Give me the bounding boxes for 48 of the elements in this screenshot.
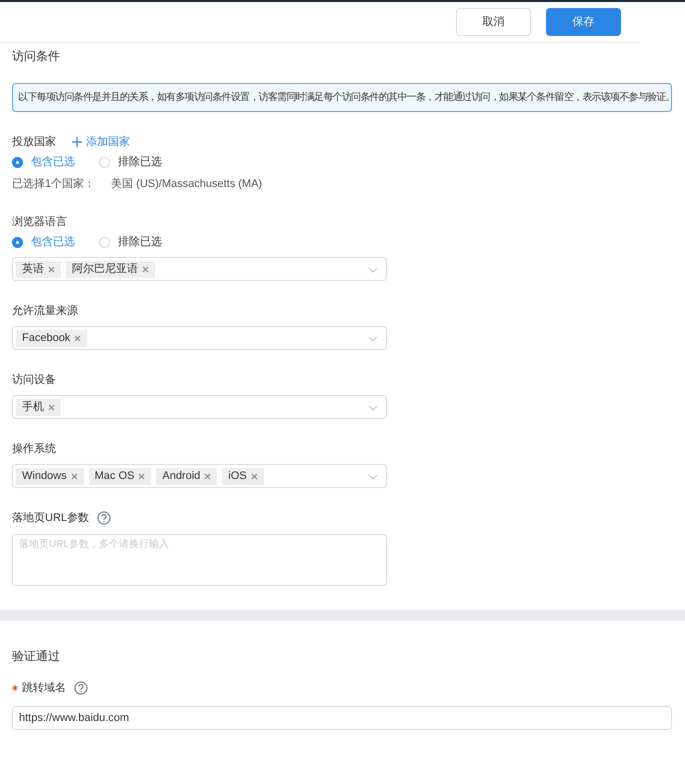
section-title: 验证通过 xyxy=(12,648,61,664)
chevron-down-icon xyxy=(368,405,378,411)
close-icon[interactable] xyxy=(70,472,78,480)
add-country-link[interactable]: 添加国家 xyxy=(72,134,130,150)
field-label: 落地页URL参数 xyxy=(12,511,90,526)
close-icon[interactable] xyxy=(250,472,258,480)
tag: 英语 xyxy=(16,260,61,278)
help-icon[interactable] xyxy=(74,681,88,695)
radio-option[interactable]: 排除已选 xyxy=(99,154,162,170)
close-icon[interactable] xyxy=(48,266,55,272)
tag-select[interactable]: 手机 xyxy=(12,395,387,419)
save-button[interactable]: 保存 xyxy=(546,8,621,36)
cancel-button[interactable]: 取消 xyxy=(456,8,531,36)
field-label: 操作系统 xyxy=(12,442,57,457)
url-params-textarea[interactable]: 落地页URL参数，多个请换行输入 xyxy=(12,534,387,586)
chevron-down-icon xyxy=(368,267,378,273)
plus-icon xyxy=(72,137,82,147)
field-label: 跳转域名 xyxy=(22,681,66,696)
tag: Android xyxy=(156,468,218,484)
help-icon[interactable] xyxy=(97,511,112,525)
field-label: 允许流量来源 xyxy=(12,304,79,319)
field-label: 访问设备 xyxy=(12,372,57,388)
close-icon[interactable] xyxy=(142,266,149,272)
radio-option[interactable]: 包含已选 xyxy=(12,154,75,170)
domain-input[interactable]: https://www.baidu.com xyxy=(12,706,672,730)
section-title: 访问条件 xyxy=(12,48,61,64)
summary-value: 美国 (US)/Massachusetts (MA) xyxy=(111,176,262,192)
tag: Windows xyxy=(16,468,84,484)
tag: Mac OS xyxy=(88,468,152,484)
tag-select[interactable]: Facebook xyxy=(12,326,387,350)
tag-select[interactable]: Windows Mac OS Android iOS xyxy=(12,464,387,488)
field-label: 投放国家 xyxy=(12,134,56,150)
tag: iOS xyxy=(222,468,264,484)
close-icon[interactable] xyxy=(48,404,55,410)
info-notice: 以下每项访问条件是并且的关系，如有多项访问条件设置，访客需同时满足每个访问条件的其中一条，才能通过访问，如果某个条件留空，表示该项不参与验证。 xyxy=(12,83,672,112)
field-label: 浏览器语言 xyxy=(12,214,68,230)
chevron-down-icon xyxy=(368,474,378,480)
chevron-down-icon xyxy=(368,336,378,342)
summary-label: 已选择1个国家： xyxy=(12,176,96,192)
tag: Facebook xyxy=(16,330,88,346)
close-icon[interactable] xyxy=(74,334,82,342)
tag-select[interactable]: 英语 阿尔巴尼亚语 xyxy=(12,257,387,281)
radio-option[interactable]: 包含已选 xyxy=(12,234,75,250)
close-icon[interactable] xyxy=(138,472,146,480)
tag: 阿尔巴尼亚语 xyxy=(66,260,155,278)
radio-option[interactable]: 排除已选 xyxy=(99,234,162,250)
close-icon[interactable] xyxy=(204,472,212,480)
tag: 手机 xyxy=(16,398,61,416)
